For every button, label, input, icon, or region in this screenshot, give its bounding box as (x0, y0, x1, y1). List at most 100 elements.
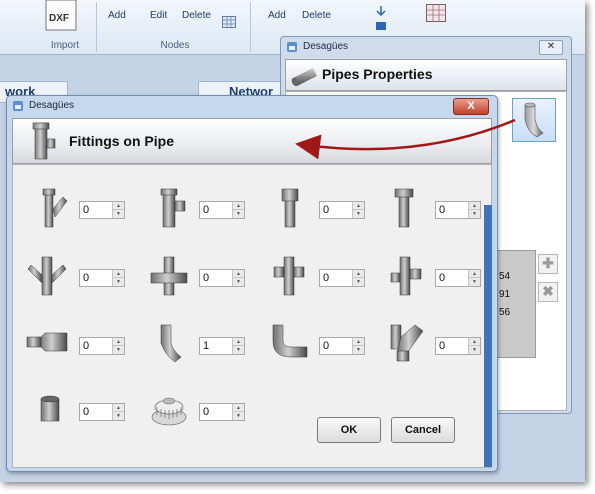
fitting-quantity-input[interactable] (80, 404, 113, 420)
fitting-quantity-input[interactable] (436, 202, 469, 218)
spin-down-button[interactable]: ▼ (112, 412, 124, 420)
fitting-quantity-input[interactable] (320, 202, 353, 218)
fittings-dialog: Desagües X Fittings on Pipe ▲▼ (6, 95, 498, 472)
front-dialog-header: Fittings on Pipe (12, 118, 492, 164)
tee-fitting-icon (32, 122, 56, 160)
spin-down-button[interactable]: ▼ (232, 210, 244, 218)
selected-fitting-thumbnail[interactable] (512, 98, 556, 142)
remove-button[interactable]: ✖ (538, 282, 558, 302)
spin-down-button[interactable]: ▼ (468, 210, 480, 218)
fitting-quantity-stepper[interactable]: ▲▼ (319, 337, 365, 355)
spin-up-button[interactable]: ▲ (352, 202, 364, 210)
back-dialog-titlebar: Desagües ✕ (281, 37, 571, 57)
spin-up-button[interactable]: ▲ (112, 338, 124, 346)
spin-down-button[interactable]: ▼ (232, 346, 244, 354)
spin-down-button[interactable]: ▼ (352, 346, 364, 354)
double-y-branch-icon (27, 255, 67, 297)
bend-45-icon (153, 321, 187, 363)
nodes-add-button[interactable]: Add (108, 10, 126, 21)
end-cap-icon (33, 393, 67, 435)
import-dxf-button[interactable]: DXF (44, 0, 78, 34)
bend-90-icon (269, 321, 308, 363)
tee-branch-icon (153, 187, 187, 229)
grid-small-icon[interactable] (222, 16, 236, 31)
spin-down-button[interactable]: ▼ (468, 278, 480, 286)
spin-down-button[interactable]: ▼ (352, 278, 364, 286)
spin-up-button[interactable]: ▲ (112, 404, 124, 412)
spin-down-button[interactable]: ▼ (232, 278, 244, 286)
spin-up-button[interactable]: ▲ (232, 404, 244, 412)
add-button[interactable]: ✚ (538, 254, 558, 274)
node-down-icon[interactable] (374, 4, 388, 37)
fitting-quantity-input[interactable] (80, 338, 113, 354)
spin-up-button[interactable]: ▲ (112, 202, 124, 210)
list-item: 56 (499, 307, 511, 318)
second-add-button[interactable]: Add (268, 10, 286, 21)
second-delete-button[interactable]: Delete (302, 10, 331, 21)
fitting-quantity-stepper[interactable]: ▲▼ (435, 269, 481, 287)
spin-down-button[interactable]: ▼ (232, 412, 244, 420)
fitting-quantity-stepper[interactable]: ▲▼ (199, 337, 245, 355)
spin-up-button[interactable]: ▲ (352, 338, 364, 346)
front-dialog-title: Desagües (29, 100, 75, 111)
cross-branch-icon (149, 255, 188, 297)
spin-down-button[interactable]: ▼ (112, 278, 124, 286)
fitting-quantity-stepper[interactable]: ▲▼ (435, 337, 481, 355)
fitting-quantity-input[interactable] (200, 202, 233, 218)
fitting-quantity-stepper[interactable]: ▲▼ (199, 269, 245, 287)
fitting-quantity-stepper[interactable]: ▲▼ (79, 337, 125, 355)
nodes-delete-button[interactable]: Delete (182, 10, 211, 21)
fitting-quantity-stepper[interactable]: ▲▼ (79, 269, 125, 287)
front-dialog-header-title: Fittings on Pipe (69, 133, 174, 149)
list-item: 54 (499, 271, 511, 282)
fitting-quantity-stepper[interactable]: ▲▼ (199, 403, 245, 421)
spin-down-button[interactable]: ▼ (112, 346, 124, 354)
corner-tee-icon (385, 255, 422, 297)
fitting-quantity-stepper[interactable]: ▲▼ (435, 201, 481, 219)
ok-button[interactable]: OK (317, 417, 381, 443)
fitting-quantity-input[interactable] (436, 338, 469, 354)
app-icon (287, 42, 297, 52)
spin-up-button[interactable]: ▲ (232, 202, 244, 210)
fitting-quantity-input[interactable] (200, 270, 233, 286)
floor-drain-icon (149, 389, 189, 431)
app-window: DXF Import Add Edit Delete Nodes Add Del… (0, 0, 585, 482)
fitting-quantity-stepper[interactable]: ▲▼ (79, 201, 125, 219)
spin-up-button[interactable]: ▲ (352, 270, 364, 278)
fitting-quantity-input[interactable] (80, 202, 113, 218)
spin-up-button[interactable]: ▲ (232, 338, 244, 346)
front-dialog-titlebar: Desagües X (7, 96, 497, 116)
spin-up-button[interactable]: ▲ (468, 202, 480, 210)
fitting-quantity-stepper[interactable]: ▲▼ (319, 201, 365, 219)
fitting-quantity-input[interactable] (320, 270, 353, 286)
spin-down-button[interactable]: ▼ (352, 210, 364, 218)
fitting-quantity-input[interactable] (320, 338, 353, 354)
back-close-button[interactable]: ✕ (539, 40, 563, 55)
fitting-quantity-stepper[interactable]: ▲▼ (199, 201, 245, 219)
spin-up-button[interactable]: ▲ (112, 270, 124, 278)
fitting-quantity-stepper[interactable]: ▲▼ (319, 269, 365, 287)
spin-up-button[interactable]: ▲ (232, 270, 244, 278)
nodes-edit-button[interactable]: Edit (150, 10, 167, 21)
spin-up-button[interactable]: ▲ (468, 270, 480, 278)
fitting-quantity-input[interactable] (436, 270, 469, 286)
spin-down-button[interactable]: ▼ (468, 346, 480, 354)
front-close-button[interactable]: X (453, 98, 489, 115)
back-dialog-title: Desagües (303, 41, 349, 52)
scrollbar[interactable] (484, 205, 492, 467)
spin-down-button[interactable]: ▼ (112, 210, 124, 218)
cancel-button[interactable]: Cancel (391, 417, 455, 443)
values-list[interactable]: 54 91 56 (496, 250, 536, 358)
fittings-grid: ▲▼ ▲▼ ▲▼ ▲▼ (12, 164, 492, 468)
double-tee-icon (269, 255, 305, 297)
list-item: 91 (499, 289, 511, 300)
fitting-quantity-stepper[interactable]: ▲▼ (79, 403, 125, 421)
fitting-quantity-input[interactable] (80, 270, 113, 286)
fitting-quantity-input[interactable] (200, 404, 233, 420)
y-branch-icon (33, 187, 68, 229)
bend-fitting-icon (524, 102, 544, 138)
fitting-quantity-input[interactable] (200, 338, 233, 354)
pipe-icon (291, 68, 317, 86)
spin-up-button[interactable]: ▲ (468, 338, 480, 346)
table-icon[interactable] (426, 4, 446, 25)
